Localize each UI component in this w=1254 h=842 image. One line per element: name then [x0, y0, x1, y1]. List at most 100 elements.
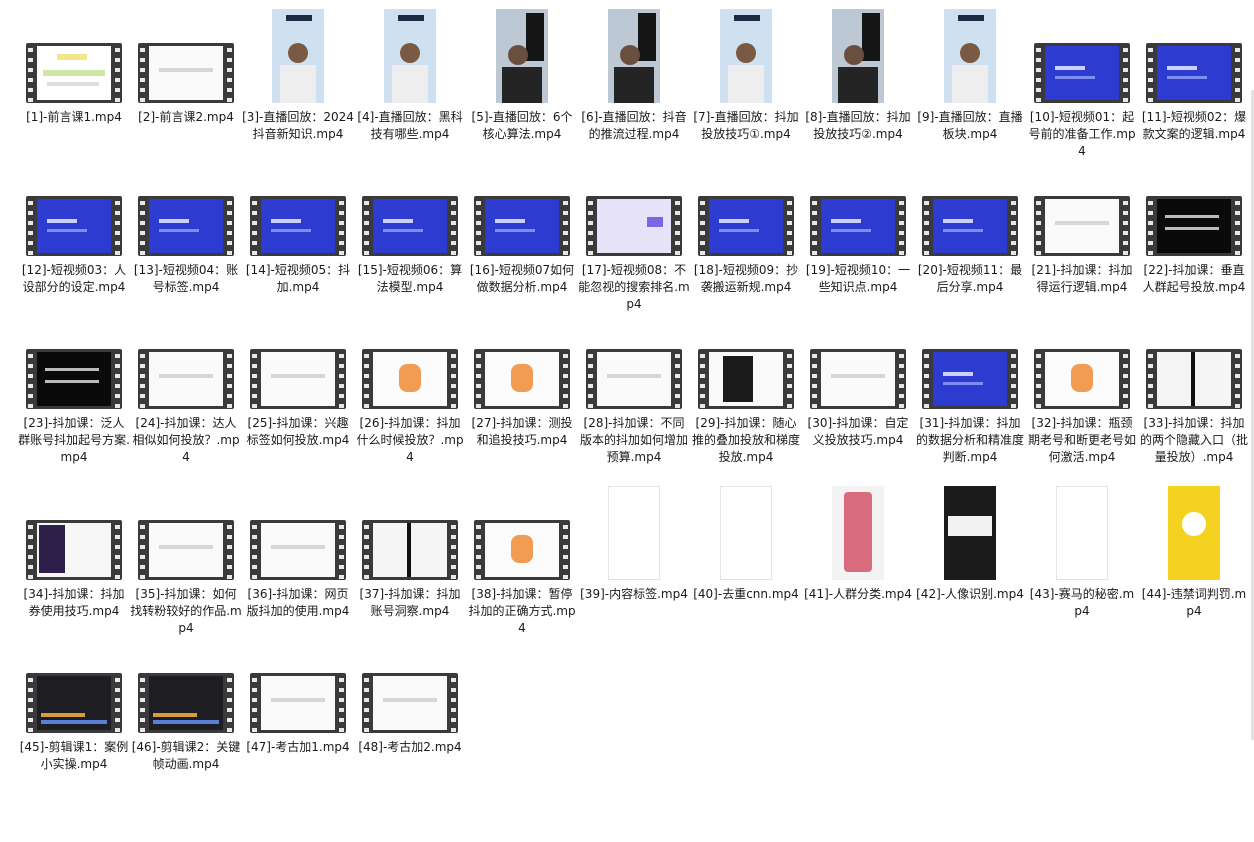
video-thumbnail[interactable]: [242, 196, 354, 262]
file-name: [36]-抖加课：网页版抖加的使用.mp4: [246, 587, 350, 618]
file-name: [25]-抖加课：兴趣标签如何投放.mp4: [246, 416, 350, 447]
file-name: [29]-抖加课：随心推的叠加投放和梯度投放.mp4: [691, 416, 800, 464]
filmstrip-frame: [362, 196, 458, 256]
video-thumbnail[interactable]: [914, 196, 1026, 262]
filmstrip-frame: [586, 196, 682, 256]
filmstrip-frame: [474, 349, 570, 409]
video-thumbnail[interactable]: [130, 196, 242, 262]
filmstrip-frame: [698, 349, 794, 409]
file-name: [34]-抖加课：抖加券使用技巧.mp4: [23, 587, 125, 618]
file-name: [46]-剪辑课2：关键帧动画.mp4: [131, 740, 241, 771]
file-name: [11]-短视频02：爆款文案的逻辑.mp4: [1141, 110, 1247, 141]
video-thumbnail[interactable]: [578, 9, 690, 109]
filmstrip-frame: [474, 520, 570, 580]
video-thumbnail[interactable]: [802, 196, 914, 262]
video-thumbnail[interactable]: [466, 349, 578, 415]
video-thumbnail[interactable]: [578, 196, 690, 262]
filmstrip-frame: [138, 43, 234, 103]
video-thumbnail[interactable]: [354, 520, 466, 586]
filmstrip-frame: [26, 43, 122, 103]
file-name: [18]-短视频09：抄袭搬运新规.mp4: [693, 263, 799, 294]
video-thumbnail[interactable]: [354, 196, 466, 262]
filmstrip-frame: [1146, 349, 1242, 409]
video-thumbnail[interactable]: [18, 196, 130, 262]
filmstrip-frame: [1034, 349, 1130, 409]
file-name: [30]-抖加课：自定义投放技巧.mp4: [807, 416, 909, 447]
file-name: [16]-短视频07如何做数据分析.mp4: [469, 263, 575, 294]
filmstrip-frame: [138, 673, 234, 733]
video-thumbnail[interactable]: [466, 9, 578, 109]
video-thumbnail[interactable]: [130, 520, 242, 586]
file-name: [41]-人群分类.mp4: [804, 587, 912, 601]
video-thumbnail[interactable]: [690, 196, 802, 262]
video-thumbnail[interactable]: [130, 349, 242, 415]
video-thumbnail[interactable]: [578, 349, 690, 415]
file-name: [48]-考古加2.mp4: [358, 740, 462, 754]
video-thumbnail[interactable]: [18, 520, 130, 586]
video-thumbnail[interactable]: [242, 349, 354, 415]
video-thumbnail[interactable]: [242, 520, 354, 586]
file-name: [20]-短视频11：最后分享.mp4: [917, 263, 1023, 294]
filmstrip-frame: [1034, 196, 1130, 256]
filmstrip-frame: [26, 349, 122, 409]
filmstrip-frame: [26, 196, 122, 256]
video-thumbnail[interactable]: [18, 349, 130, 415]
video-thumbnail[interactable]: [354, 9, 466, 109]
video-thumbnail[interactable]: [1138, 196, 1250, 262]
video-thumbnail[interactable]: [242, 673, 354, 739]
file-name: [42]-人像识别.mp4: [916, 587, 1024, 601]
video-thumbnail[interactable]: [690, 349, 802, 415]
file-name: [7]-直播回放：抖加投放技巧①.mp4: [693, 110, 799, 141]
file-name: [8]-直播回放：抖加投放技巧②.mp4: [805, 110, 911, 141]
video-thumbnail[interactable]: [802, 349, 914, 415]
video-thumbnail[interactable]: [690, 486, 802, 586]
filmstrip-frame: [1034, 43, 1130, 103]
video-thumbnail[interactable]: [914, 9, 1026, 109]
file-name: [21]-抖加课：抖加得运行逻辑.mp4: [1031, 263, 1133, 294]
filmstrip-frame: [138, 520, 234, 580]
video-thumbnail[interactable]: [1026, 43, 1138, 109]
filmstrip-frame: [250, 349, 346, 409]
video-thumbnail[interactable]: [1138, 486, 1250, 586]
file-name: [5]-直播回放：6个核心算法.mp4: [471, 110, 573, 141]
file-name: [1]-前言课1.mp4: [26, 110, 122, 124]
file-name: [22]-抖加课：垂直人群起号投放.mp4: [1142, 263, 1246, 294]
video-thumbnail[interactable]: [1026, 196, 1138, 262]
video-thumbnail[interactable]: [914, 486, 1026, 586]
video-thumbnail[interactable]: [354, 349, 466, 415]
filmstrip-frame: [922, 196, 1018, 256]
video-thumbnail[interactable]: [466, 196, 578, 262]
file-name: [24]-抖加课：达人相似如何投放？.mp4: [132, 416, 240, 464]
filmstrip-frame: [362, 349, 458, 409]
video-thumbnail[interactable]: [354, 673, 466, 739]
file-name: [2]-前言课2.mp4: [138, 110, 234, 124]
file-name: [38]-抖加课：暂停抖加的正确方式.mp4: [468, 587, 576, 635]
video-thumbnail[interactable]: [914, 349, 1026, 415]
filmstrip-frame: [922, 349, 1018, 409]
filmstrip-frame: [26, 520, 122, 580]
video-thumbnail[interactable]: [578, 486, 690, 586]
video-thumbnail[interactable]: [690, 9, 802, 109]
video-thumbnail[interactable]: [1026, 486, 1138, 586]
video-thumbnail[interactable]: [802, 486, 914, 586]
video-thumbnail[interactable]: [1026, 349, 1138, 415]
filmstrip-frame: [1146, 196, 1242, 256]
file-name: [35]-抖加课：如何找转粉较好的作品.mp4: [130, 587, 242, 635]
file-name: [19]-短视频10：一些知识点.mp4: [805, 263, 911, 294]
video-thumbnail[interactable]: [1138, 349, 1250, 415]
filmstrip-frame: [362, 520, 458, 580]
video-thumbnail[interactable]: [802, 9, 914, 109]
filmstrip-frame: [138, 349, 234, 409]
video-thumbnail[interactable]: [242, 9, 354, 109]
file-name: [10]-短视频01：起号前的准备工作.mp4: [1028, 110, 1136, 158]
video-thumbnail[interactable]: [466, 520, 578, 586]
video-thumbnail[interactable]: [1138, 43, 1250, 109]
video-thumbnail[interactable]: [130, 673, 242, 739]
file-name: [37]-抖加课：抖加账号洞察.mp4: [359, 587, 461, 618]
video-thumbnail[interactable]: [18, 43, 130, 109]
video-thumbnail[interactable]: [130, 43, 242, 109]
video-thumbnail[interactable]: [18, 673, 130, 739]
file-name: [47]-考古加1.mp4: [246, 740, 350, 754]
file-name: [14]-短视频05：抖加.mp4: [245, 263, 351, 294]
filmstrip-frame: [810, 196, 906, 256]
